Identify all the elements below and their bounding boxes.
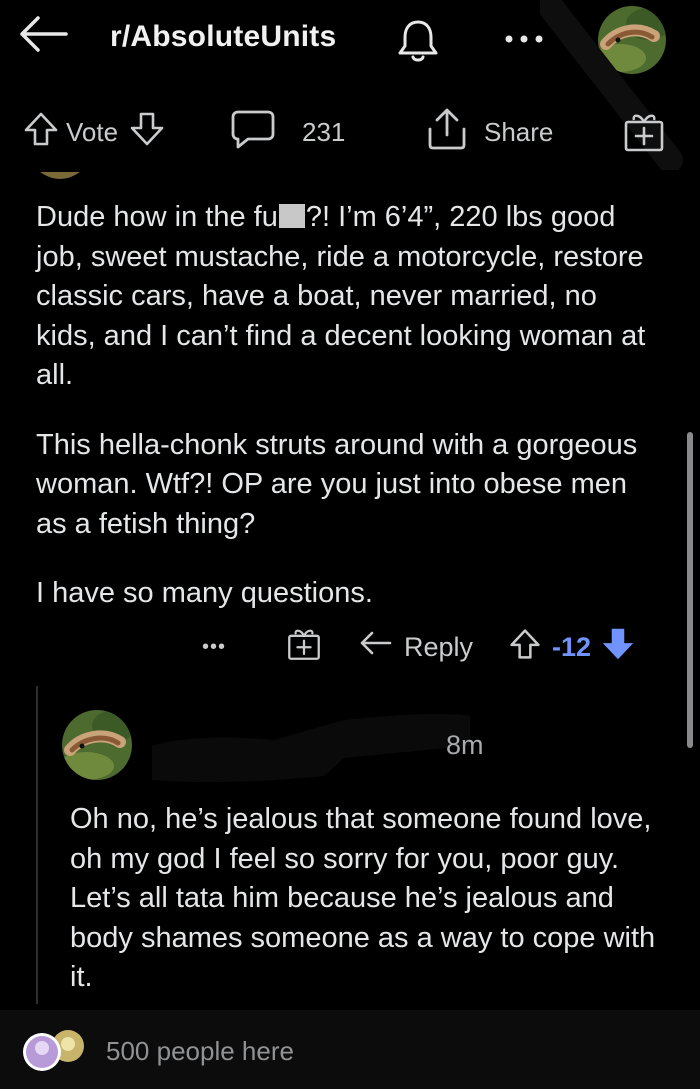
scrollbar[interactable]	[687, 432, 693, 748]
vote-label: Vote	[66, 116, 119, 147]
subreddit-title[interactable]: r/AbsoluteUnits	[110, 20, 336, 54]
thread-line	[36, 686, 38, 1004]
presence-avatars	[16, 1024, 96, 1074]
reply-paragraph: Oh no, he’s jealous that someone found l…	[70, 803, 656, 993]
reply-user-avatar[interactable]	[62, 710, 132, 780]
back-arrow-icon[interactable]	[14, 12, 70, 56]
reply-arrow-icon	[358, 629, 392, 666]
comment-count: 231	[302, 116, 346, 147]
reply-button[interactable]: Reply	[358, 620, 473, 674]
award-gift-icon[interactable]	[622, 110, 666, 154]
upvote-arrow-icon[interactable]	[22, 110, 60, 155]
bell-icon[interactable]	[392, 14, 444, 66]
share-button[interactable]: Share	[424, 100, 553, 164]
upvote-arrow-icon[interactable]	[508, 627, 542, 668]
award-gift-icon	[286, 626, 322, 669]
comment-actions: ••• Reply -12	[190, 620, 670, 674]
comment-paragraph: This hella-chonk struts around with a go…	[36, 428, 638, 540]
comments-button[interactable]: 231	[230, 100, 345, 164]
reply-label: Reply	[404, 631, 474, 662]
share-label: Share	[484, 116, 554, 147]
presence-bar: 500 people here	[0, 1010, 700, 1089]
censored-word	[278, 204, 305, 228]
comment-paragraph: Dude how in the fu?! I’m 6’4”, 220 lbs g…	[36, 201, 646, 391]
vote-group: Vote	[22, 100, 166, 164]
downvote-arrow-icon[interactable]	[128, 110, 166, 155]
comment-vote-group: -12	[508, 620, 635, 674]
comment-more-button[interactable]: •••	[202, 620, 226, 674]
reply-body: Oh no, he’s jealous that someone found l…	[70, 800, 670, 998]
comment-body: Dude how in the fu?! I’m 6’4”, 220 lbs g…	[36, 198, 656, 644]
downvote-arrow-icon[interactable]	[601, 627, 635, 668]
award-button[interactable]	[286, 620, 322, 674]
reply-timestamp: 8m	[446, 730, 484, 760]
comment-score: -12	[552, 631, 592, 662]
share-icon	[424, 107, 470, 158]
comment-bubble-icon	[230, 108, 276, 157]
comment-paragraph: I have so many questions.	[36, 577, 373, 609]
more-dots-icon: •••	[202, 635, 227, 658]
redacted-username	[144, 706, 474, 786]
partial-avatar	[38, 170, 82, 184]
presence-count: 500 people here	[106, 1036, 294, 1066]
post-action-bar: Vote 231 Share	[0, 100, 700, 164]
